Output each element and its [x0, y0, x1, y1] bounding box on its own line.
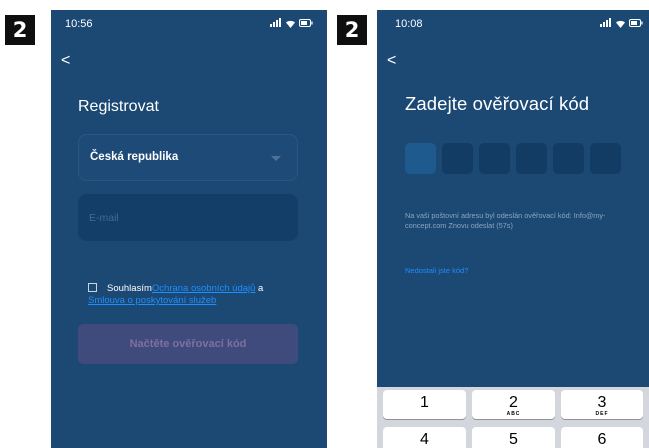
code-sent-info: Na vaši poštovní adresu byl odeslán ověř… [405, 211, 606, 230]
battery-icon [629, 18, 643, 27]
key-6[interactable]: 6 [561, 427, 643, 448]
email-field[interactable] [78, 194, 298, 241]
key-number: 1 [420, 394, 429, 411]
email-field-wrapper [78, 194, 298, 241]
page-title: Registrovat [78, 98, 159, 115]
registration-screen: 10:56 < Registrovat Česká republika Souh… [51, 10, 327, 448]
page-title: Zadejte ověřovací kód [405, 93, 590, 114]
dropdown-caret-icon [271, 156, 281, 161]
numeric-keypad: 1 2 ABC 3 DEF 4 5 6 [377, 387, 649, 448]
key-letters: DEF [595, 411, 609, 417]
wifi-icon [615, 19, 625, 28]
code-digit-box[interactable] [405, 143, 436, 174]
step-badge-left: 2 [5, 15, 35, 45]
load-code-button[interactable]: Načtěte ověřovací kód [78, 324, 298, 364]
status-icons [270, 18, 313, 28]
country-value: Česká republika [90, 151, 179, 163]
key-number: 2 [509, 394, 518, 411]
consent-prefix: Souhlasím [107, 283, 152, 294]
key-letters: ABC [506, 411, 521, 417]
key-4[interactable]: 4 [383, 427, 466, 448]
battery-icon [299, 18, 313, 27]
back-chevron-icon[interactable]: < [61, 53, 70, 69]
signal-icon [600, 18, 611, 27]
verification-screen: 10:08 < Zadejte ověřovací kód Na vaši po… [377, 10, 649, 448]
key-2[interactable]: 2 ABC [472, 390, 555, 419]
status-icons [600, 18, 643, 28]
wifi-icon [285, 19, 295, 28]
key-1[interactable]: 1 [383, 390, 466, 419]
code-digit-box[interactable] [479, 143, 510, 174]
consent-row: SouhlasímOchrana osobních údajů a Smlouva… [88, 283, 303, 307]
key-number: 5 [509, 431, 518, 448]
checkbox-icon[interactable] [88, 283, 97, 292]
consent-and: a [255, 283, 264, 294]
code-digit-box[interactable] [442, 143, 473, 174]
key-5[interactable]: 5 [472, 427, 555, 448]
code-digit-box[interactable] [553, 143, 584, 174]
key-3[interactable]: 3 DEF [561, 390, 643, 419]
status-time: 10:08 [395, 18, 423, 30]
back-chevron-icon[interactable]: < [387, 53, 396, 69]
key-number: 6 [597, 431, 607, 448]
code-digit-box[interactable] [516, 143, 547, 174]
key-number: 3 [597, 394, 607, 411]
no-code-link[interactable]: Nedostali jste kód? [405, 266, 468, 275]
key-number: 4 [420, 431, 429, 448]
terms-link[interactable]: Smlouva o poskytování služeb [88, 295, 216, 306]
code-digit-box[interactable] [590, 143, 621, 174]
signal-icon [270, 18, 281, 27]
privacy-link[interactable]: Ochrana osobních údajů [152, 283, 256, 294]
code-input-group [405, 143, 621, 174]
status-time: 10:56 [65, 18, 93, 30]
country-select[interactable]: Česká republika [78, 134, 298, 181]
step-badge-right: 2 [337, 15, 367, 45]
